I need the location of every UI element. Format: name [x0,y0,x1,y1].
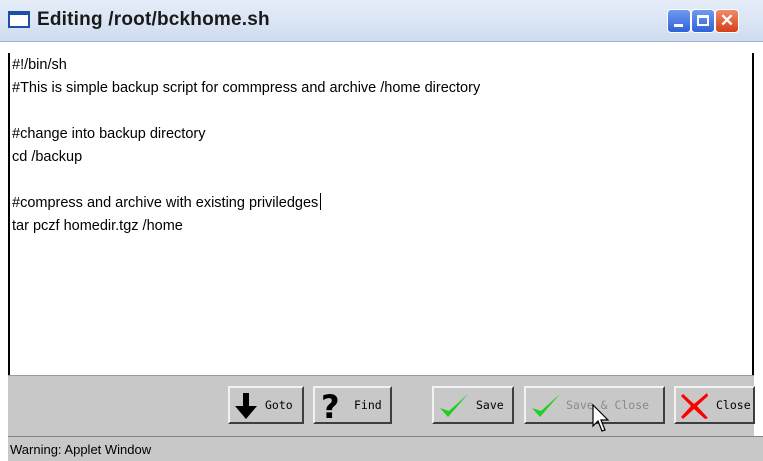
mouse-pointer-icon [592,404,610,432]
save-label: Save [476,398,504,412]
script-editor-textarea[interactable]: #!/bin/sh #This is simple backup script … [8,53,754,375]
editor-line-1: #!/bin/sh [12,57,67,73]
status-bar: Warning: Applet Window [8,436,763,461]
find-button[interactable]: ? Find [313,386,392,424]
window-title: Editing /root/bckhome.sh [37,9,270,30]
editor-button-bar: Goto ? Find Save Save & Close Close [8,375,755,436]
window-title-bar[interactable]: Editing /root/bckhome.sh ✕ [0,0,763,42]
red-x-icon [681,393,708,419]
goto-label: Goto [265,398,293,412]
editor-line-7: #compress and archive with existing priv… [12,195,319,211]
editor-line-7-wrap: #compress and archive with existing priv… [12,193,322,213]
goto-button[interactable]: Goto [228,386,304,424]
applet-warning-text: Warning: Applet Window [10,442,152,457]
down-arrow-icon [235,393,257,419]
close-button[interactable]: Close [674,386,755,424]
checkmark-icon [532,394,560,417]
checkmark-icon [440,394,468,417]
window-app-icon [8,11,30,28]
find-label: Find [354,398,382,412]
editor-line-8: tar pczf homedir.tgz /home [12,218,183,234]
close-label: Close [716,398,751,412]
text-caret [320,193,322,210]
editor-line-4: #change into backup directory [12,126,206,142]
minimize-icon [674,24,683,27]
close-icon: ✕ [719,11,735,30]
save-button[interactable]: Save [432,386,514,424]
maximize-icon [697,15,709,26]
question-mark-icon: ? [321,391,340,421]
close-window-button[interactable]: ✕ [715,9,739,33]
maximize-button[interactable] [691,9,715,33]
editor-line-2: #This is simple backup script for commpr… [12,80,481,96]
svg-text:?: ? [321,391,340,421]
minimize-button[interactable] [667,9,691,33]
editor-line-5: cd /backup [12,149,83,165]
